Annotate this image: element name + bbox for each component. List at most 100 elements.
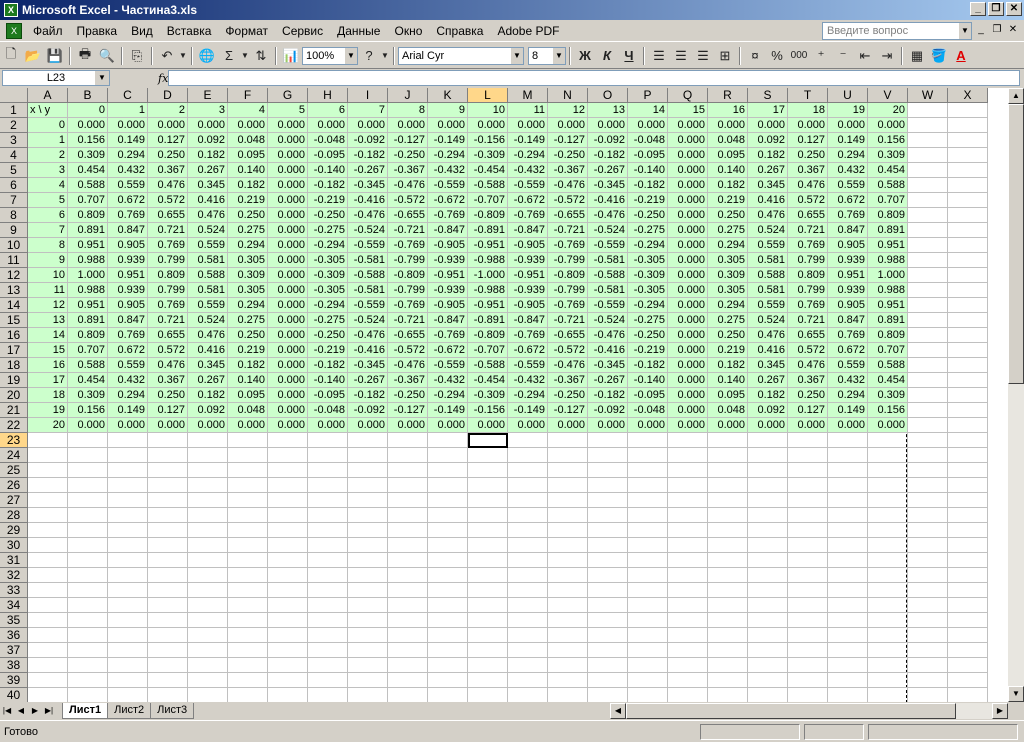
cell[interactable]: 0.588: [868, 358, 908, 373]
cell[interactable]: [948, 343, 988, 358]
cell[interactable]: [308, 643, 348, 658]
first-sheet-icon[interactable]: |◀: [0, 704, 14, 718]
cell[interactable]: 0.305: [228, 283, 268, 298]
cell[interactable]: [268, 628, 308, 643]
cell[interactable]: [708, 448, 748, 463]
cell[interactable]: [308, 658, 348, 673]
cell[interactable]: -0.294: [308, 298, 348, 313]
cell[interactable]: [548, 523, 588, 538]
cell[interactable]: [68, 658, 108, 673]
cell[interactable]: 0.000: [268, 343, 308, 358]
cell[interactable]: -1.000: [468, 268, 508, 283]
cell[interactable]: -0.149: [508, 133, 548, 148]
cell[interactable]: [668, 538, 708, 553]
cell[interactable]: 0.000: [68, 118, 108, 133]
row-header[interactable]: 6: [0, 178, 28, 193]
cell[interactable]: 0.000: [268, 133, 308, 148]
cell[interactable]: [668, 553, 708, 568]
cell[interactable]: [588, 493, 628, 508]
cell[interactable]: -0.140: [308, 373, 348, 388]
cell[interactable]: [188, 493, 228, 508]
menu-format[interactable]: Формат: [218, 24, 275, 38]
cell[interactable]: 0.905: [108, 238, 148, 253]
cell[interactable]: -0.847: [508, 313, 548, 328]
cell[interactable]: [908, 358, 948, 373]
cell[interactable]: [348, 523, 388, 538]
cell[interactable]: 0.000: [148, 418, 188, 433]
cell[interactable]: -0.250: [628, 328, 668, 343]
column-header-k[interactable]: K: [428, 88, 468, 103]
cell[interactable]: [228, 493, 268, 508]
cell[interactable]: 0.432: [108, 373, 148, 388]
cell[interactable]: [308, 673, 348, 688]
cell[interactable]: -0.707: [468, 193, 508, 208]
row-header[interactable]: 37: [0, 643, 28, 658]
cell[interactable]: [108, 478, 148, 493]
thousands-button[interactable]: 000: [788, 45, 810, 67]
cell[interactable]: [948, 283, 988, 298]
cell[interactable]: [948, 298, 988, 313]
cell[interactable]: 0.000: [188, 418, 228, 433]
cell[interactable]: [668, 508, 708, 523]
cell[interactable]: [108, 658, 148, 673]
cell[interactable]: [868, 658, 908, 673]
cell[interactable]: -0.219: [628, 193, 668, 208]
cell[interactable]: 0.305: [708, 253, 748, 268]
row-header[interactable]: 16: [0, 328, 28, 343]
cell[interactable]: [548, 493, 588, 508]
cell[interactable]: 0.799: [148, 253, 188, 268]
cell[interactable]: -0.048: [628, 133, 668, 148]
cell[interactable]: -0.219: [308, 193, 348, 208]
cell[interactable]: 0.367: [148, 373, 188, 388]
cell[interactable]: [588, 688, 628, 702]
cell[interactable]: 0.250: [788, 148, 828, 163]
cell[interactable]: -0.476: [588, 328, 628, 343]
column-header-f[interactable]: F: [228, 88, 268, 103]
cell[interactable]: [148, 583, 188, 598]
cell[interactable]: [628, 688, 668, 702]
cell[interactable]: 0.156: [868, 403, 908, 418]
cell[interactable]: [548, 508, 588, 523]
cell[interactable]: 0.000: [748, 118, 788, 133]
cell[interactable]: [428, 568, 468, 583]
cell[interactable]: [108, 643, 148, 658]
cell[interactable]: 0.000: [148, 118, 188, 133]
cell[interactable]: -0.305: [628, 283, 668, 298]
cell[interactable]: 0.267: [748, 373, 788, 388]
last-sheet-icon[interactable]: ▶|: [42, 704, 56, 718]
cell[interactable]: 0.367: [788, 163, 828, 178]
cell[interactable]: 0.000: [708, 118, 748, 133]
cell[interactable]: 6: [28, 208, 68, 223]
row-header[interactable]: 35: [0, 613, 28, 628]
cell[interactable]: 14: [28, 328, 68, 343]
cell[interactable]: -0.267: [348, 373, 388, 388]
cell[interactable]: [428, 598, 468, 613]
cell[interactable]: 0.951: [868, 238, 908, 253]
cell[interactable]: -0.769: [388, 238, 428, 253]
cell[interactable]: -0.559: [428, 178, 468, 193]
cell[interactable]: [68, 538, 108, 553]
cell[interactable]: [268, 508, 308, 523]
cell[interactable]: [428, 538, 468, 553]
cell[interactable]: [268, 538, 308, 553]
cell[interactable]: 0.000: [268, 373, 308, 388]
row-header[interactable]: 8: [0, 208, 28, 223]
cell[interactable]: [308, 523, 348, 538]
cell[interactable]: 0.476: [148, 358, 188, 373]
cell[interactable]: 0.905: [828, 298, 868, 313]
cell[interactable]: [388, 673, 428, 688]
cell[interactable]: [188, 583, 228, 598]
cell[interactable]: 0.000: [268, 418, 308, 433]
cell[interactable]: 7: [348, 103, 388, 118]
cell[interactable]: [708, 658, 748, 673]
cell[interactable]: [348, 568, 388, 583]
cell[interactable]: [188, 478, 228, 493]
cell[interactable]: [748, 508, 788, 523]
column-header-c[interactable]: C: [108, 88, 148, 103]
cell[interactable]: [268, 478, 308, 493]
menu-window[interactable]: Окно: [387, 24, 429, 38]
outdent-icon[interactable]: ⇤: [854, 45, 876, 67]
cell[interactable]: 0.294: [828, 148, 868, 163]
cell[interactable]: [748, 628, 788, 643]
cell[interactable]: [828, 433, 868, 448]
